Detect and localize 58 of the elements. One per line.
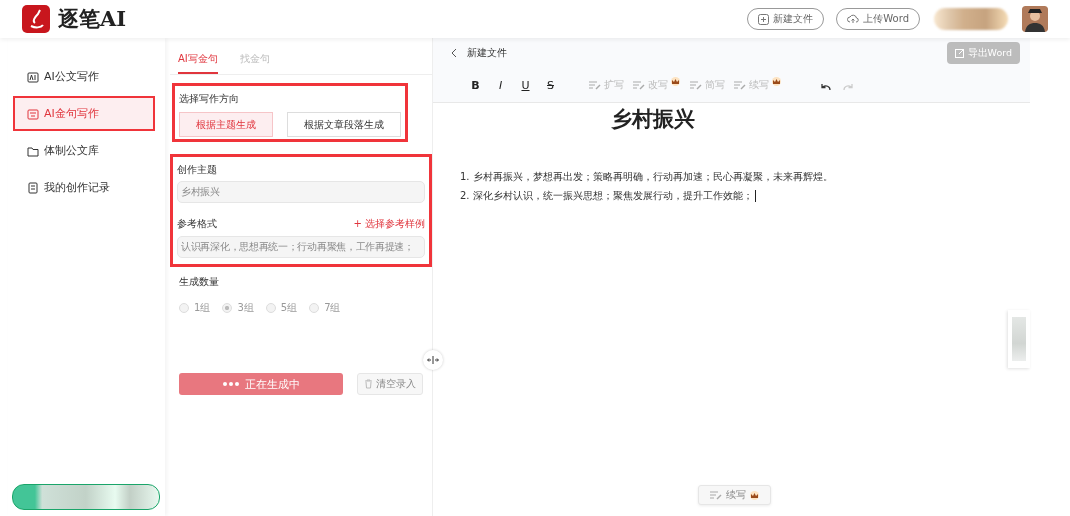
format-button[interactable]: S xyxy=(538,78,563,92)
field-label: 参考格式 xyxy=(177,217,217,231)
sidebar-label: AI金句写作 xyxy=(44,106,99,121)
side-widget[interactable] xyxy=(1008,310,1030,368)
edit-icon xyxy=(733,79,747,91)
document-icon xyxy=(27,107,39,120)
folder-icon xyxy=(27,144,39,157)
direction-option[interactable]: 根据文章段落生成 xyxy=(287,112,401,137)
document-line: 1. 乡村再振兴，梦想再出发；策略再明确，行动再加速；民心再凝聚，未来再辉煌。 xyxy=(460,171,833,182)
sidebar-item[interactable]: AI金句写作 xyxy=(13,96,155,131)
cloud-icon xyxy=(847,14,860,24)
app-name: 逐笔AI xyxy=(58,5,127,33)
radio-icon xyxy=(309,303,320,313)
tab[interactable]: AI写金句 xyxy=(178,50,218,74)
avatar-icon xyxy=(1022,6,1048,32)
section-label: 选择写作方向 xyxy=(179,92,240,106)
generate-button[interactable]: 正在生成中 xyxy=(179,373,343,395)
new-file-button[interactable]: 新建文件 xyxy=(747,8,825,30)
crown-icon xyxy=(670,76,681,86)
crown-icon xyxy=(749,490,760,500)
radio-icon xyxy=(222,303,233,313)
continue-writing-button[interactable]: 续写 xyxy=(698,485,771,505)
redo-icon xyxy=(843,82,853,90)
document-title: 乡村振兴 xyxy=(609,106,696,133)
sidebar-label: 我的创作记录 xyxy=(44,180,110,195)
direction-option[interactable]: 根据主题生成 xyxy=(179,112,273,137)
loading-dots-icon xyxy=(222,382,239,386)
trash-icon xyxy=(364,379,373,389)
edit-icon xyxy=(632,79,646,91)
resize-icon xyxy=(427,356,439,364)
field-label: 生成数量 xyxy=(179,276,219,287)
plus-icon xyxy=(758,13,770,25)
resize-handle[interactable] xyxy=(423,350,443,370)
field-label: 创作主题 xyxy=(177,163,218,177)
sidebar-item[interactable]: 体制公文库 xyxy=(13,133,155,168)
edit-icon xyxy=(709,489,723,501)
blurred-image xyxy=(1012,317,1026,361)
format-button[interactable]: U xyxy=(513,78,538,92)
logo-icon xyxy=(22,5,50,33)
crown-icon xyxy=(771,76,782,86)
sidebar-label: 体制公文库 xyxy=(44,143,99,158)
edit-icon xyxy=(689,79,703,91)
notebook-icon xyxy=(27,181,39,194)
sidebar-label: AI公文写作 xyxy=(44,69,99,84)
upload-button[interactable]: 上传Word xyxy=(836,8,920,30)
sidebar-item[interactable]: AI公文写作 xyxy=(13,59,155,94)
edit-icon xyxy=(954,48,965,58)
sidebar-item[interactable]: 我的创作记录 xyxy=(13,170,155,205)
document-name: 新建文件 xyxy=(467,46,507,60)
format-button[interactable]: B xyxy=(463,78,488,92)
edit-icon xyxy=(588,79,602,91)
format-button[interactable]: I xyxy=(488,78,513,92)
radio-icon xyxy=(179,303,189,313)
undo-icon xyxy=(821,82,831,90)
radio-icon xyxy=(265,303,276,313)
document-icon xyxy=(27,70,39,83)
document-line: 2. 深化乡村认识，统一振兴思想；聚焦发展行动，提升工作效能； xyxy=(460,190,753,201)
back-icon xyxy=(451,48,457,58)
